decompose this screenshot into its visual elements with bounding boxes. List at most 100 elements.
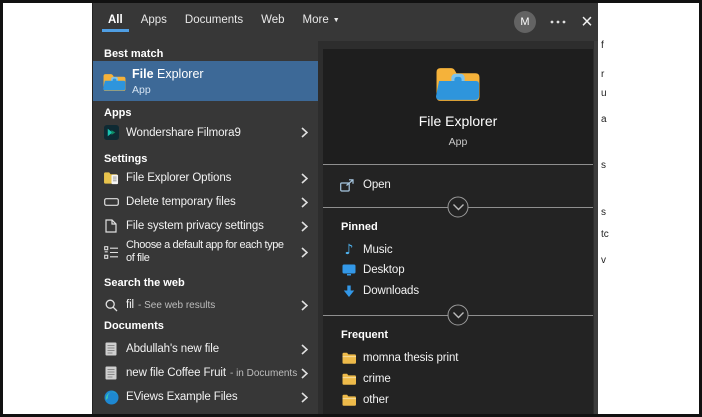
list-item-abdullah-file[interactable]: Abdullah's new file [93, 337, 318, 361]
folder-icon [341, 350, 357, 366]
pinned-item-label: Downloads [363, 285, 419, 297]
list-item-secondary: - See web results [138, 300, 215, 311]
open-action[interactable]: Open [323, 171, 593, 199]
tab-web[interactable]: Web [259, 10, 286, 35]
tab-apps[interactable]: Apps [139, 10, 169, 35]
page-text-fragment: r [601, 69, 604, 80]
folder-options-icon [103, 169, 119, 187]
section-header-documents: Documents [93, 319, 318, 333]
pinned-item-desktop[interactable]: Desktop [341, 260, 585, 280]
chevron-right-icon [297, 173, 308, 184]
tab-documents[interactable]: Documents [183, 10, 245, 35]
tab-all[interactable]: All [106, 10, 125, 35]
frequent-item-label: crime [363, 373, 391, 385]
preview-panel: File Explorer App Open [318, 41, 598, 414]
list-item-label: Choose a default app for each type of fi… [126, 239, 291, 265]
chevron-right-icon [297, 300, 308, 311]
document-outline-icon [103, 217, 119, 235]
options-ellipsis-icon[interactable] [550, 20, 566, 24]
section-header-settings: Settings [93, 152, 318, 166]
list-item-default-app[interactable]: Choose a default app for each type of fi… [93, 238, 318, 266]
music-note-icon: ♪ [341, 242, 357, 258]
list-item-fe-options[interactable]: File Explorer Options [93, 166, 318, 190]
best-match-subtitle: App [132, 84, 204, 96]
open-label: Open [363, 179, 391, 191]
list-item-privacy-settings[interactable]: File system privacy settings [93, 214, 318, 238]
chevron-down-icon: ▼ [333, 17, 340, 24]
list-item-label: Wondershare Filmora9 [126, 127, 241, 139]
section-header-best-match: Best match [93, 47, 318, 61]
list-item-label: File system privacy settings [126, 220, 264, 232]
open-icon [340, 179, 355, 192]
expand-actions-button[interactable] [448, 197, 469, 218]
section-header-pinned: Pinned [341, 221, 378, 233]
chevron-right-icon [297, 197, 308, 208]
preview-card: File Explorer App Open [323, 49, 593, 414]
pinned-item-music[interactable]: ♪ Music [341, 240, 585, 260]
chevron-right-icon [297, 247, 308, 258]
chevron-right-icon [297, 368, 308, 379]
folder-icon [341, 392, 357, 408]
page-text-fragment: a [601, 114, 607, 125]
list-item-web-search[interactable]: fil - See web results [93, 293, 318, 317]
search-results-panel: Best match File Explorer [93, 41, 318, 414]
list-item-label: new file Coffee Fruit [126, 367, 226, 379]
chevron-right-icon [297, 344, 308, 355]
pinned-item-label: Desktop [363, 264, 405, 276]
page-text-fragment: f [601, 40, 604, 51]
filmora-icon [103, 124, 119, 142]
frequent-item-crime[interactable]: crime [341, 369, 585, 389]
frequent-item-label: other [363, 394, 389, 406]
page-text-fragment: v [601, 255, 606, 266]
drive-icon [103, 193, 119, 211]
page-text-fragment: u [601, 88, 607, 99]
file-explorer-icon [436, 64, 481, 106]
page-text-fragment: tc [601, 229, 609, 240]
divider [323, 164, 593, 165]
chevron-right-icon [297, 221, 308, 232]
document-icon [103, 364, 119, 382]
list-item-label: fil [126, 299, 134, 311]
desktop-icon [341, 262, 357, 278]
frequent-item-momna[interactable]: momna thesis print [341, 348, 585, 368]
list-item-wondershare[interactable]: Wondershare Filmora9 [93, 120, 318, 145]
frequent-item-other[interactable]: other [341, 390, 585, 410]
section-header-apps: Apps [93, 106, 318, 120]
list-item-label: File Explorer Options [126, 172, 231, 184]
pinned-item-label: Music [363, 244, 393, 256]
list-item-eviews[interactable]: EViews Example Files [93, 385, 318, 409]
eviews-app-icon [103, 388, 119, 406]
chevron-right-icon [297, 392, 308, 403]
search-filter-tabbar: All Apps Documents Web More▼ M × [93, 3, 598, 41]
frequent-item-label: momna thesis print [363, 352, 458, 364]
list-item-secondary: - in Documents [230, 368, 297, 379]
page-text-fragment: s [601, 207, 606, 218]
download-arrow-icon [341, 283, 357, 299]
screenshot-frame: f r u a s s tc v All Apps Documents Web … [0, 0, 702, 417]
close-icon[interactable]: × [580, 12, 594, 32]
preview-hero: File Explorer App [323, 49, 593, 164]
frequent-item-partial[interactable] [341, 411, 585, 414]
search-icon [103, 296, 119, 314]
best-match-title: File Explorer [132, 67, 204, 81]
scrollbar[interactable] [594, 41, 598, 414]
expand-pinned-button[interactable] [448, 305, 469, 326]
file-explorer-icon [103, 72, 126, 91]
user-avatar[interactable]: M [514, 11, 536, 33]
folder-icon [341, 371, 357, 387]
tab-more[interactable]: More▼ [301, 10, 342, 35]
pinned-item-downloads[interactable]: Downloads [341, 281, 585, 301]
list-item-label: Abdullah's new file [126, 343, 219, 355]
preview-app-subtitle: App [323, 136, 593, 148]
section-header-web: Search the web [93, 276, 318, 290]
best-match-file-explorer[interactable]: File Explorer App [93, 61, 318, 101]
task-list-icon [103, 243, 119, 261]
preview-app-title: File Explorer [323, 113, 593, 129]
section-header-frequent: Frequent [341, 329, 388, 341]
folder-icon [341, 413, 357, 414]
document-icon [103, 340, 119, 358]
list-item-delete-temp[interactable]: Delete temporary files [93, 190, 318, 214]
search-window: All Apps Documents Web More▼ M × Best ma… [92, 3, 598, 414]
list-item-coffee-fruit[interactable]: new file Coffee Fruit - in Documents [93, 361, 318, 385]
chevron-right-icon [297, 127, 308, 138]
